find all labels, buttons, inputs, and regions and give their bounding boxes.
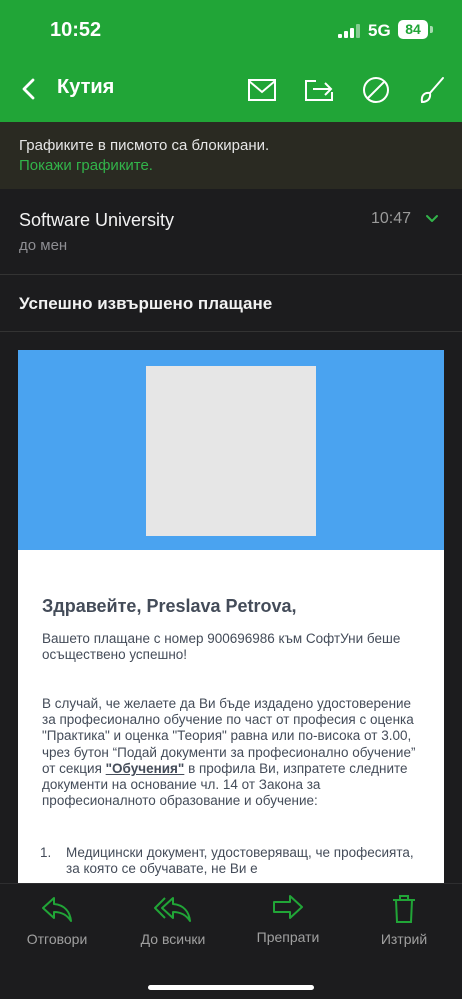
- list-number: 1.: [40, 845, 52, 860]
- recipient-label: до мен: [19, 237, 68, 254]
- battery-tip: [430, 26, 433, 33]
- trainings-section-link[interactable]: "Обучения": [106, 761, 185, 776]
- block-icon[interactable]: [360, 74, 392, 106]
- forward-button[interactable]: Препрати: [233, 894, 343, 964]
- message-subject: Успешно извършено плащане: [19, 294, 273, 313]
- bottom-toolbar: Отговори До всички Препрати Изтрий: [0, 883, 462, 999]
- network-label: 5G: [368, 21, 391, 40]
- message-time: 10:47: [371, 210, 412, 227]
- trash-icon: [393, 895, 415, 923]
- back-to-inbox-button[interactable]: Кутия: [57, 76, 114, 99]
- blocked-image-placeholder: [146, 366, 316, 536]
- status-time: 10:52: [50, 19, 102, 41]
- reply-label: Отговори: [26, 931, 88, 947]
- blocked-images-text: Графиките в писмото са блокирани.: [19, 137, 270, 154]
- delete-button[interactable]: Изтрий: [349, 894, 459, 964]
- certificate-paragraph: В случай, че желаете да Ви бъде издадено…: [42, 696, 422, 809]
- email-hero-banner: [18, 350, 444, 550]
- email-greeting: Здравейте, Preslava Petrova,: [42, 596, 297, 616]
- move-icon[interactable]: [303, 74, 335, 106]
- forward-label: Препрати: [256, 929, 320, 945]
- forward-icon: [273, 895, 303, 919]
- broom-icon[interactable]: [416, 74, 448, 106]
- list-item-text: Медицински документ, удостоверяващ, че п…: [66, 845, 414, 877]
- subject-row: Успешно извършено плащане: [0, 275, 462, 332]
- reply-all-button[interactable]: До всички: [118, 894, 228, 964]
- mail-icon[interactable]: [246, 74, 278, 106]
- email-body: Здравейте, Preslava Petrova, Вашето плащ…: [18, 350, 444, 890]
- documents-list-item: 1. Медицински документ, удостоверяващ, ч…: [40, 845, 416, 877]
- app-header: 10:52 5G 84 Кутия: [0, 0, 462, 122]
- show-images-link[interactable]: Покажи графиките.: [19, 157, 153, 174]
- reply-icon: [42, 897, 72, 922]
- reply-all-icon: [154, 897, 191, 922]
- chevron-left-icon[interactable]: [18, 77, 40, 101]
- delete-label: Изтрий: [380, 931, 428, 947]
- signal-icon: [338, 24, 360, 38]
- status-bar: 10:52 5G 84: [0, 0, 462, 60]
- sender-name: Software University: [19, 210, 175, 230]
- message-header[interactable]: Software University до мен 10:47: [0, 189, 462, 275]
- payment-confirmation-text: Вашето плащане с номер 900696986 към Соф…: [42, 631, 401, 663]
- reply-button[interactable]: Отговори: [2, 894, 112, 964]
- navigation-bar: Кутия: [0, 60, 462, 120]
- home-indicator: [148, 985, 314, 990]
- battery-icon: 84: [398, 20, 428, 39]
- chevron-down-icon[interactable]: [425, 214, 439, 224]
- blocked-images-banner: Графиките в писмото са блокирани. Покажи…: [0, 122, 462, 189]
- reply-all-label: До всички: [140, 931, 206, 947]
